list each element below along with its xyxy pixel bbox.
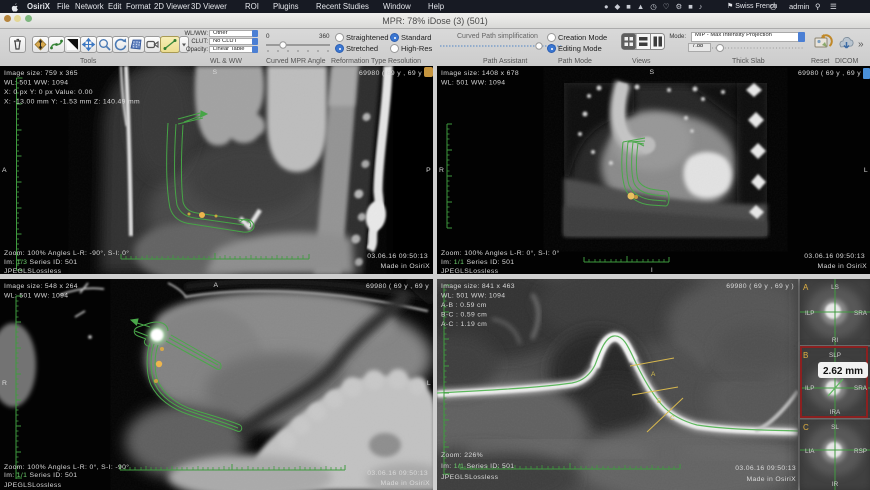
svg-text:Made in OsiriX: Made in OsiriX [381, 480, 431, 487]
svg-text:SL: SL [831, 424, 839, 431]
svg-text:Image size: 759 x 365: Image size: 759 x 365 [4, 70, 78, 77]
svg-text:JPEGLSLossless: JPEGLSLossless [4, 268, 62, 274]
svg-text:C: C [803, 423, 809, 432]
svg-text:Made in OsiriX: Made in OsiriX [818, 263, 868, 270]
svg-text:Image size: 841 x 463: Image size: 841 x 463 [441, 283, 515, 290]
svg-text:LIA: LIA [805, 448, 815, 455]
svg-text:RSP: RSP [854, 448, 867, 455]
svg-text:Im: 1/1 Series ID: 501: Im: 1/1 Series ID: 501 [4, 472, 77, 479]
svg-text:B-C : 0.59 cm: B-C : 0.59 cm [441, 312, 487, 319]
svg-text:Zoom: 100% Angles L-R: 0°, S-I: Zoom: 100% Angles L-R: 0°, S-I: 0° [441, 249, 560, 257]
svg-text:360: 360 [319, 33, 330, 40]
svg-text:JPEGLSLossless: JPEGLSLossless [441, 268, 499, 274]
svg-text:69980 ( 69 y , 69 y: 69980 ( 69 y , 69 y [366, 283, 429, 290]
svg-text:R: R [2, 380, 7, 387]
svg-text:03.06.16 09:50:13: 03.06.16 09:50:13 [735, 465, 796, 472]
svg-text:03.06.16 09:50:13: 03.06.16 09:50:13 [804, 253, 865, 260]
svg-text:03.06.16 09:50:13: 03.06.16 09:50:13 [367, 470, 428, 477]
svg-text:WL: 501 WW: 1094: WL: 501 WW: 1094 [441, 80, 505, 87]
svg-text:SRA: SRA [854, 385, 868, 392]
svg-text:SLP: SLP [829, 352, 841, 359]
svg-text:Zoom: 100% Angles L-R: 0°, S-I: Zoom: 100% Angles L-R: 0°, S-I: -90° [4, 463, 129, 471]
svg-text:A: A [214, 282, 219, 289]
svg-text:0: 0 [266, 33, 270, 40]
svg-text:WL: 501 WW: 1094: WL: 501 WW: 1094 [4, 80, 68, 87]
svg-text:Image size: 1408 x 678: Image size: 1408 x 678 [441, 70, 519, 77]
svg-text:ILP: ILP [805, 310, 814, 317]
svg-text:SRA: SRA [854, 310, 868, 317]
svg-text:69980 ( 69 y , 69 y ): 69980 ( 69 y , 69 y ) [726, 283, 794, 290]
svg-text:A-B : 0.59 cm: A-B : 0.59 cm [441, 302, 487, 309]
svg-text:Im: 1/1 Series ID: 501: Im: 1/1 Series ID: 501 [441, 463, 514, 470]
svg-text:RI: RI [832, 337, 839, 344]
svg-text:Zoom: 226%: Zoom: 226% [441, 452, 483, 459]
svg-text:L: L [864, 167, 868, 174]
svg-text:R: R [439, 167, 444, 174]
svg-text:A-C : 1.19 cm: A-C : 1.19 cm [441, 321, 487, 328]
svg-text:Zoom: 100% Angles L-R: -90°, S: Zoom: 100% Angles L-R: -90°, S-I: 0° [4, 249, 129, 257]
svg-text:A: A [651, 371, 656, 378]
svg-text:69980 ( 69 y , 69 y: 69980 ( 69 y , 69 y [359, 70, 422, 77]
svg-text:Im: 1/3 Series ID: 501: Im: 1/3 Series ID: 501 [4, 259, 77, 266]
svg-text:LS: LS [831, 284, 839, 291]
svg-text:Made in OsiriX: Made in OsiriX [381, 263, 431, 270]
svg-text:A: A [2, 167, 7, 174]
svg-text:P: P [426, 167, 431, 174]
svg-text:S: S [213, 69, 218, 76]
svg-text:JPEGLSLossless: JPEGLSLossless [441, 474, 499, 481]
svg-text:WL: 501 WW: 1094: WL: 501 WW: 1094 [441, 293, 505, 300]
svg-text:S: S [650, 69, 655, 76]
svg-text:03.06.16 09:50:13: 03.06.16 09:50:13 [367, 253, 428, 260]
svg-text:X: -13.00 mm Y: -1.53 mm Z: 14: X: -13.00 mm Y: -1.53 mm Z: 140.49 mm [4, 99, 140, 106]
svg-text:IR: IR [832, 481, 839, 488]
svg-text:WL: 501 WW: 1094: WL: 501 WW: 1094 [4, 293, 68, 300]
svg-text:2.62 mm: 2.62 mm [823, 366, 863, 377]
svg-text:L: L [427, 380, 431, 387]
svg-text:69980 ( 69 y , 69 y: 69980 ( 69 y , 69 y [798, 70, 861, 77]
svg-text:Image size: 548 x 264: Image size: 548 x 264 [4, 283, 78, 290]
svg-text:A: A [803, 283, 809, 292]
svg-text:IRA: IRA [830, 409, 841, 416]
svg-text:ILP: ILP [805, 385, 814, 392]
svg-text:B: B [803, 351, 808, 360]
svg-text:B: B [657, 398, 661, 405]
svg-text:JPEGLSLossless: JPEGLSLossless [4, 482, 62, 489]
svg-text:X: 0 px Y: 0 px Value: 0.00: X: 0 px Y: 0 px Value: 0.00 [4, 89, 93, 96]
svg-text:Made in OsiriX: Made in OsiriX [747, 476, 797, 483]
svg-text:Im: 1/1 Series ID: 501: Im: 1/1 Series ID: 501 [441, 259, 514, 266]
svg-text:C: C [670, 415, 675, 422]
svg-text:I: I [651, 267, 653, 274]
